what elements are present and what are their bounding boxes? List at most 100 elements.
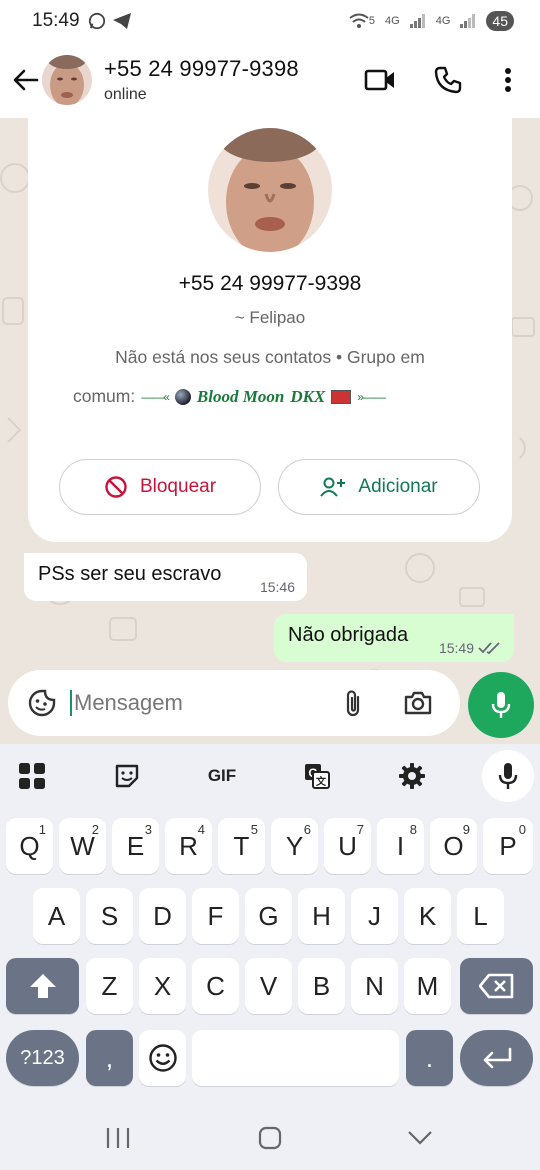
message-text: PSs ser seu escravo — [38, 563, 222, 585]
key-n[interactable]: N — [351, 958, 398, 1014]
whatsapp-icon — [88, 12, 105, 30]
contact-info-text: Não está nos seus contatos • Grupo em — [115, 347, 425, 367]
chat-area[interactable]: +55 24 99977-9398 ~ Felipao Não está nos… — [0, 118, 540, 744]
block-button[interactable]: Bloquear — [59, 459, 261, 515]
keyboard-toolbar: GIF G文 — [0, 744, 540, 806]
key-z[interactable]: Z — [86, 958, 133, 1014]
key-m[interactable]: M — [404, 958, 451, 1014]
back-button[interactable] — [6, 60, 46, 100]
microphone-icon — [491, 692, 511, 718]
contact-info-card: +55 24 99977-9398 ~ Felipao Não está nos… — [28, 118, 512, 542]
keyboard-voice-button[interactable] — [482, 750, 534, 802]
network-4g-label-2: 4G — [435, 15, 451, 27]
key-d[interactable]: D — [139, 888, 186, 944]
key-i[interactable]: I8 — [377, 818, 424, 874]
signal-icon — [409, 14, 425, 28]
telegram-icon — [112, 13, 131, 29]
key-h[interactable]: H — [298, 888, 345, 944]
key-o[interactable]: O9 — [430, 818, 477, 874]
message-input[interactable] — [70, 690, 320, 716]
video-call-button[interactable] — [362, 62, 398, 98]
key-y[interactable]: Y6 — [271, 818, 318, 874]
add-contact-button[interactable]: Adicionar — [278, 459, 480, 515]
sticker-smile-icon — [28, 689, 56, 717]
backspace-key[interactable] — [460, 958, 533, 1014]
sticker-button[interactable] — [14, 675, 70, 731]
message-bubble-incoming[interactable]: PSs ser seu escravo 15:46 — [24, 553, 307, 601]
compose-bar — [8, 670, 460, 736]
message-text: Não obrigada — [288, 624, 409, 646]
key-e[interactable]: E3 — [112, 818, 159, 874]
recents-icon — [106, 1128, 130, 1148]
key-k[interactable]: K — [404, 888, 451, 944]
group-decoration-right: »—— — [357, 389, 386, 404]
home-icon — [258, 1126, 282, 1150]
header-info[interactable]: +55 24 99977-9398 online — [104, 56, 299, 104]
flag-icon — [331, 389, 352, 404]
voice-call-button[interactable] — [430, 62, 466, 98]
return-arrow-icon — [483, 1047, 511, 1069]
more-options-button[interactable] — [498, 62, 518, 98]
common-group-line[interactable]: comum: ——« Blood Moon DKX »—— — [73, 386, 386, 407]
message-bubble-outgoing[interactable]: Não obrigada 15:49 — [274, 614, 514, 662]
keyboard-menu-button[interactable] — [10, 754, 54, 798]
key-p[interactable]: P0 — [483, 818, 533, 874]
gear-icon — [399, 763, 425, 789]
key-f[interactable]: F — [192, 888, 239, 944]
emoji-smile-icon — [148, 1044, 177, 1072]
wifi-icon: 5 — [349, 13, 375, 29]
signal-icon-2 — [460, 14, 476, 28]
enter-key[interactable] — [460, 1030, 533, 1086]
contact-avatar[interactable] — [208, 128, 332, 252]
space-key[interactable] — [192, 1030, 399, 1086]
video-camera-icon — [364, 69, 394, 91]
system-nav-bar — [0, 1104, 540, 1170]
home-button[interactable] — [250, 1118, 290, 1158]
attach-button[interactable] — [334, 683, 374, 723]
block-icon — [105, 476, 127, 498]
grid-icon — [19, 763, 45, 789]
chat-title: +55 24 99977-9398 — [104, 56, 299, 81]
translate-icon: G文 — [305, 764, 330, 789]
translate-button[interactable]: G文 — [295, 754, 339, 798]
keyboard-sticker-button[interactable] — [105, 754, 149, 798]
backspace-icon — [478, 973, 513, 999]
svg-text:文: 文 — [316, 775, 327, 788]
symbols-key[interactable]: ?123 — [6, 1030, 79, 1086]
arrow-left-icon — [13, 69, 39, 91]
contact-pushname: ~ Felipao — [234, 308, 306, 327]
key-b[interactable]: B — [298, 958, 345, 1014]
battery-indicator: 45 — [486, 11, 514, 31]
shift-key[interactable] — [6, 958, 79, 1014]
key-s[interactable]: S — [86, 888, 133, 944]
key-t[interactable]: T5 — [218, 818, 265, 874]
key-c[interactable]: C — [192, 958, 239, 1014]
key-u[interactable]: U7 — [324, 818, 371, 874]
camera-button[interactable] — [396, 681, 440, 725]
key-l[interactable]: L — [457, 888, 504, 944]
recents-button[interactable] — [98, 1118, 138, 1158]
key-w[interactable]: W2 — [59, 818, 106, 874]
status-bar: 15:49 5 4G 4G 45 — [0, 0, 540, 42]
key-v[interactable]: V — [245, 958, 292, 1014]
sticker-icon — [115, 764, 139, 788]
keyboard-settings-button[interactable] — [390, 754, 434, 798]
period-key[interactable]: . — [406, 1030, 453, 1086]
message-time: 15:46 — [259, 579, 295, 595]
back-nav-button[interactable] — [400, 1118, 440, 1158]
message-time: 15:49 — [438, 640, 474, 656]
chat-header: +55 24 99977-9398 online — [0, 42, 540, 118]
key-q[interactable]: Q1 — [6, 818, 53, 874]
key-g[interactable]: G — [245, 888, 292, 944]
key-a[interactable]: A — [33, 888, 80, 944]
network-4g-label: 4G — [385, 15, 400, 27]
key-j[interactable]: J — [351, 888, 398, 944]
moon-orb-icon — [174, 388, 191, 405]
key-r[interactable]: R4 — [165, 818, 212, 874]
emoji-key[interactable] — [139, 1030, 186, 1086]
comma-key[interactable]: , — [86, 1030, 133, 1086]
key-x[interactable]: X — [139, 958, 186, 1014]
avatar[interactable] — [42, 55, 92, 105]
voice-message-button[interactable] — [468, 672, 534, 738]
gif-button[interactable]: GIF — [200, 754, 244, 798]
